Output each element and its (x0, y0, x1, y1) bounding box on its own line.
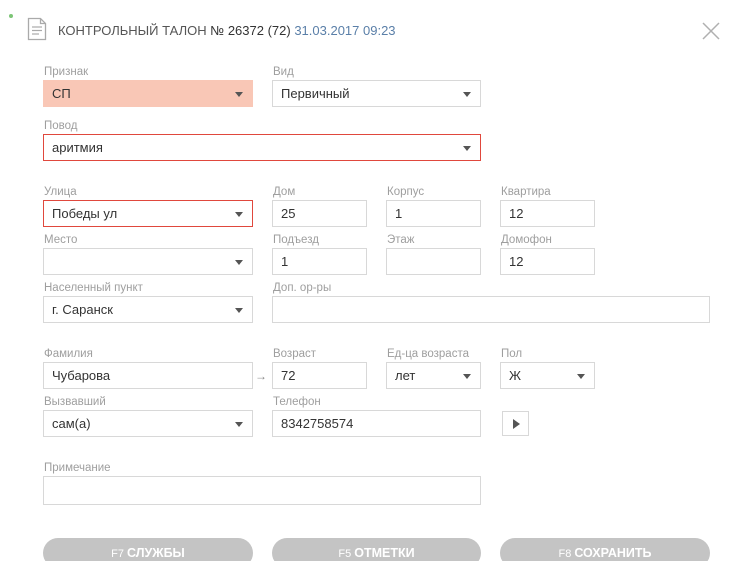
pol-label: Пол (501, 348, 523, 360)
dom-input[interactable]: 25 (272, 200, 367, 227)
dop-ory-input[interactable] (272, 296, 710, 323)
vozrast-label: Возраст (273, 348, 317, 360)
title-text: КОНТРОЛЬНЫЙ ТАЛОН (58, 23, 207, 38)
povod-label: Повод (44, 120, 78, 132)
arrow-icon: → (255, 369, 267, 383)
ulica-label: Улица (44, 186, 77, 198)
korpus-label: Корпус (387, 186, 425, 198)
domofon-value: 12 (509, 254, 524, 269)
kvartira-input[interactable]: 12 (500, 200, 595, 227)
ulica-value: Победы ул (52, 206, 118, 221)
etazh-input[interactable] (386, 248, 481, 275)
priznak-select[interactable]: СП (43, 80, 253, 107)
kvartira-value: 12 (509, 206, 524, 221)
telefon-label: Телефон (273, 396, 321, 408)
vozrast-value: 72 (281, 368, 296, 383)
priznak-label: Признак (44, 66, 89, 78)
control-ticket-dialog: КОНТРОЛЬНЫЙ ТАЛОН № 26372 (72) 31.03.201… (0, 0, 734, 561)
pol-value: Ж (509, 368, 522, 383)
podezd-value: 1 (281, 254, 289, 269)
priznak-value: СП (52, 86, 71, 101)
status-dot (9, 14, 13, 18)
vozrast-input[interactable]: 72 (272, 362, 367, 389)
otmetki-button[interactable]: F5 ОТМЕТКИ (272, 538, 481, 561)
familiya-value: Чубарова (52, 368, 111, 383)
close-icon[interactable] (700, 20, 722, 42)
sohranit-label: СОХРАНИТЬ (574, 546, 652, 560)
kvartira-label: Квартира (501, 186, 551, 198)
vid-label: Вид (273, 66, 294, 78)
dom-value: 25 (281, 206, 296, 221)
ticket-number: № 26372 (72) (210, 23, 291, 38)
pol-select[interactable]: Ж (500, 362, 595, 389)
otmetki-label: ОТМЕТКИ (354, 546, 415, 560)
telefon-input[interactable]: 8342758574 (272, 410, 481, 437)
familiya-input[interactable]: Чубарова (43, 362, 253, 389)
ed-vozrasta-select[interactable]: лет (386, 362, 481, 389)
vid-value: Первичный (281, 86, 350, 101)
sluzhby-button[interactable]: F7 СЛУЖБЫ (43, 538, 253, 561)
etazh-label: Этаж (387, 234, 415, 246)
sluzhby-key: F7 (111, 548, 125, 560)
nas-punkt-select[interactable]: г. Саранск (43, 296, 253, 323)
primechanie-input[interactable] (43, 476, 481, 505)
otmetki-key: F5 (338, 548, 352, 560)
povod-select[interactable]: аритмия (43, 134, 481, 161)
sluzhby-label: СЛУЖБЫ (127, 546, 185, 560)
korpus-value: 1 (395, 206, 403, 221)
dom-label: Дом (273, 186, 296, 198)
primechanie-label: Примечание (44, 462, 111, 474)
ed-vozrasta-value: лет (395, 368, 416, 383)
vid-select[interactable]: Первичный (272, 80, 481, 107)
ed-vozrasta-label: Ед-ца возраста (387, 348, 469, 360)
familiya-label: Фамилия (44, 348, 93, 360)
mesto-select[interactable] (43, 248, 253, 275)
nas-punkt-label: Населенный пункт (44, 282, 143, 294)
podezd-label: Подъезд (273, 234, 319, 246)
document-icon (27, 17, 47, 41)
ulica-select[interactable]: Победы ул (43, 200, 253, 227)
nas-punkt-value: г. Саранск (52, 302, 113, 317)
dialog-title: КОНТРОЛЬНЫЙ ТАЛОН № 26372 (72) 31.03.201… (58, 23, 396, 38)
domofon-label: Домофон (501, 234, 552, 246)
vyzvavshiy-select[interactable]: сам(а) (43, 410, 253, 437)
telefon-value: 8342758574 (281, 416, 354, 431)
vyzvavshiy-label: Вызвавший (44, 396, 106, 408)
korpus-input[interactable]: 1 (386, 200, 481, 227)
povod-value: аритмия (52, 140, 103, 155)
ticket-datetime: 31.03.2017 09:23 (294, 23, 396, 38)
dop-ory-label: Доп. ор-ры (273, 282, 332, 294)
domofon-input[interactable]: 12 (500, 248, 595, 275)
sohranit-button[interactable]: F8 СОХРАНИТЬ (500, 538, 710, 561)
play-icon[interactable] (502, 411, 529, 436)
podezd-input[interactable]: 1 (272, 248, 367, 275)
sohranit-key: F8 (558, 548, 572, 560)
vyzvavshiy-value: сам(а) (52, 416, 91, 431)
mesto-label: Место (44, 234, 78, 246)
